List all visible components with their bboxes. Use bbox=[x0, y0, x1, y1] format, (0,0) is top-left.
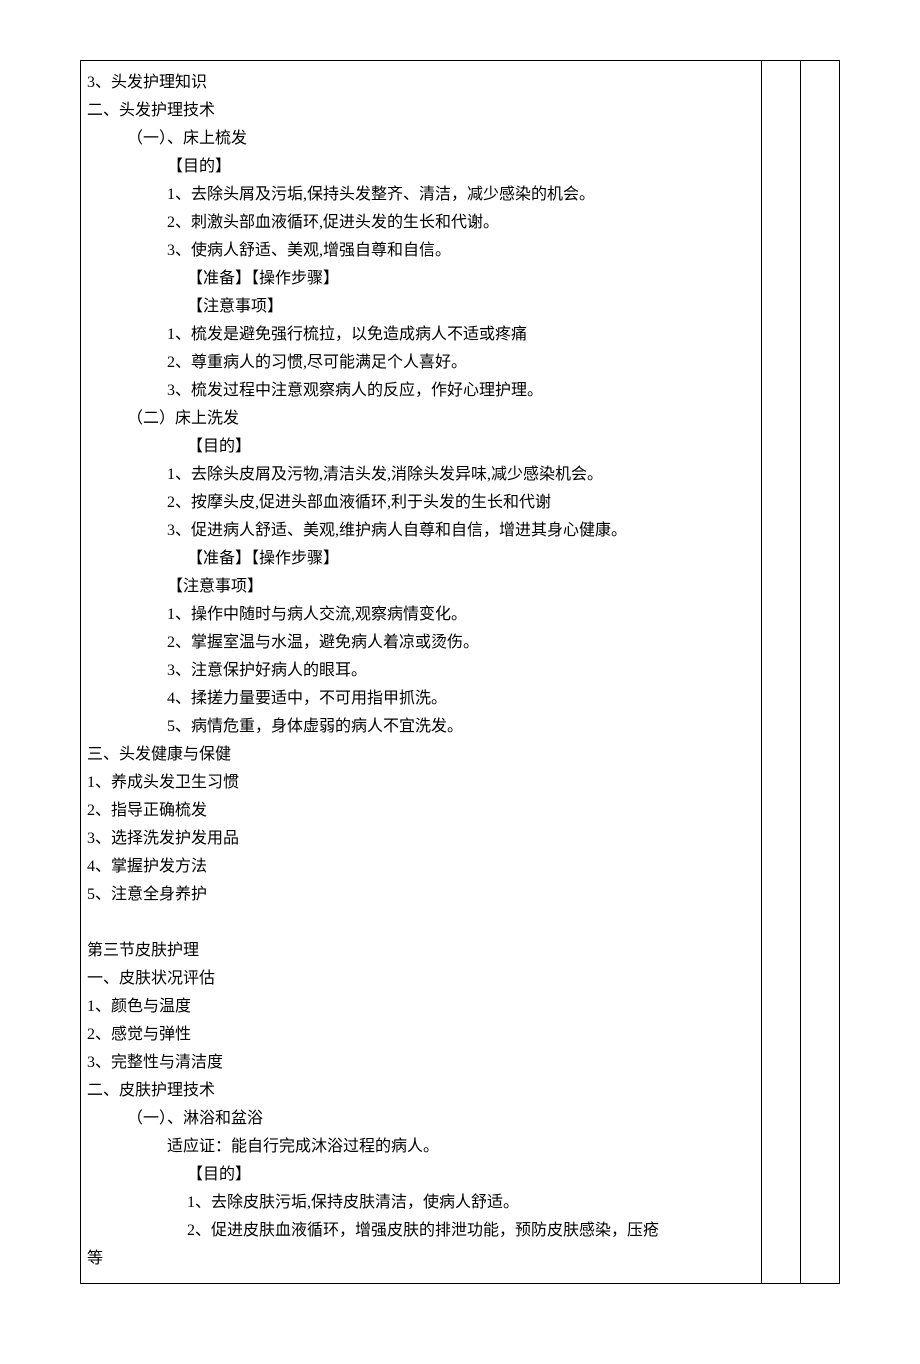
content-line: 4、揉搓力量要适中，不可用指甲抓洗。 bbox=[87, 685, 751, 713]
content-line: 【准备】【操作步骤】 bbox=[87, 545, 751, 573]
content-line: 1、颜色与温度 bbox=[87, 993, 751, 1021]
content-line: 一、皮肤状况评估 bbox=[87, 965, 751, 993]
side-column-2 bbox=[801, 61, 839, 1283]
content-line: 2、刺激头部血液循环,促进头发的生长和代谢。 bbox=[87, 209, 751, 237]
content-line: （一）、淋浴和盆浴 bbox=[87, 1105, 751, 1133]
content-line: 2、尊重病人的习惯,尽可能满足个人喜好。 bbox=[87, 349, 751, 377]
content-line: 2、感觉与弹性 bbox=[87, 1021, 751, 1049]
content-line: 3、头发护理知识 bbox=[87, 69, 751, 97]
content-line: 3、选择洗发护发用品 bbox=[87, 825, 751, 853]
content-line: 1、梳发是避免强行梳拉，以免造成病人不适或疼痛 bbox=[87, 321, 751, 349]
content-line: （二）床上洗发 bbox=[87, 405, 751, 433]
content-line: 2、掌握室温与水温，避免病人着凉或烫伤。 bbox=[87, 629, 751, 657]
content-line: 三、头发健康与保健 bbox=[87, 741, 751, 769]
main-content-column: 3、头发护理知识二、头发护理技术（一）、床上梳发【目的】1、去除头屑及污垢,保持… bbox=[81, 61, 762, 1283]
content-line: 3、梳发过程中注意观察病人的反应，作好心理护理。 bbox=[87, 377, 751, 405]
content-line: 【目的】 bbox=[87, 153, 751, 181]
page-container: 3、头发护理知识二、头发护理技术（一）、床上梳发【目的】1、去除头屑及污垢,保持… bbox=[0, 0, 920, 1364]
content-line: 【注意事项】 bbox=[87, 573, 751, 601]
content-line: 【目的】 bbox=[87, 433, 751, 461]
content-line: 2、指导正确梳发 bbox=[87, 797, 751, 825]
content-line: 4、掌握护发方法 bbox=[87, 853, 751, 881]
content-line: 2、按摩头皮,促进头部血液循环,利于头发的生长和代谢 bbox=[87, 489, 751, 517]
blank-spacer bbox=[87, 909, 751, 937]
content-line: 【注意事项】 bbox=[87, 293, 751, 321]
content-line: 1、养成头发卫生习惯 bbox=[87, 769, 751, 797]
content-line: 1、去除皮肤污垢,保持皮肤清洁，使病人舒适。 bbox=[87, 1189, 751, 1217]
content-line: 第三节皮肤护理 bbox=[87, 937, 751, 965]
content-line: 1、去除头屑及污垢,保持头发整齐、清洁，减少感染的机会。 bbox=[87, 181, 751, 209]
content-line: 【准备】【操作步骤】 bbox=[87, 265, 751, 293]
content-line: 3、完整性与清洁度 bbox=[87, 1049, 751, 1077]
content-line: 3、注意保护好病人的眼耳。 bbox=[87, 657, 751, 685]
content-line: 【目的】 bbox=[87, 1161, 751, 1189]
content-line: 1、操作中随时与病人交流,观察病情变化。 bbox=[87, 601, 751, 629]
content-line: 3、促进病人舒适、美观,维护病人自尊和自信，增进其身心健康。 bbox=[87, 517, 751, 545]
content-line: 适应证：能自行完成沐浴过程的病人。 bbox=[87, 1133, 751, 1161]
content-line: 3、使病人舒适、美观,增强自尊和自信。 bbox=[87, 237, 751, 265]
content-line: 等 bbox=[87, 1245, 751, 1273]
content-line: 1、去除头皮屑及污物,清洁头发,消除头发异味,减少感染机会。 bbox=[87, 461, 751, 489]
content-table: 3、头发护理知识二、头发护理技术（一）、床上梳发【目的】1、去除头屑及污垢,保持… bbox=[80, 60, 840, 1284]
content-line: 二、皮肤护理技术 bbox=[87, 1077, 751, 1105]
content-line: 5、病情危重，身体虚弱的病人不宜洗发。 bbox=[87, 713, 751, 741]
content-line: 5、注意全身养护 bbox=[87, 881, 751, 909]
side-column-1 bbox=[762, 61, 801, 1283]
content-line: 二、头发护理技术 bbox=[87, 97, 751, 125]
content-line: 2、促进皮肤血液循环，增强皮肤的排泄功能，预防皮肤感染，压疮 bbox=[87, 1217, 751, 1245]
content-line: （一）、床上梳发 bbox=[87, 125, 751, 153]
